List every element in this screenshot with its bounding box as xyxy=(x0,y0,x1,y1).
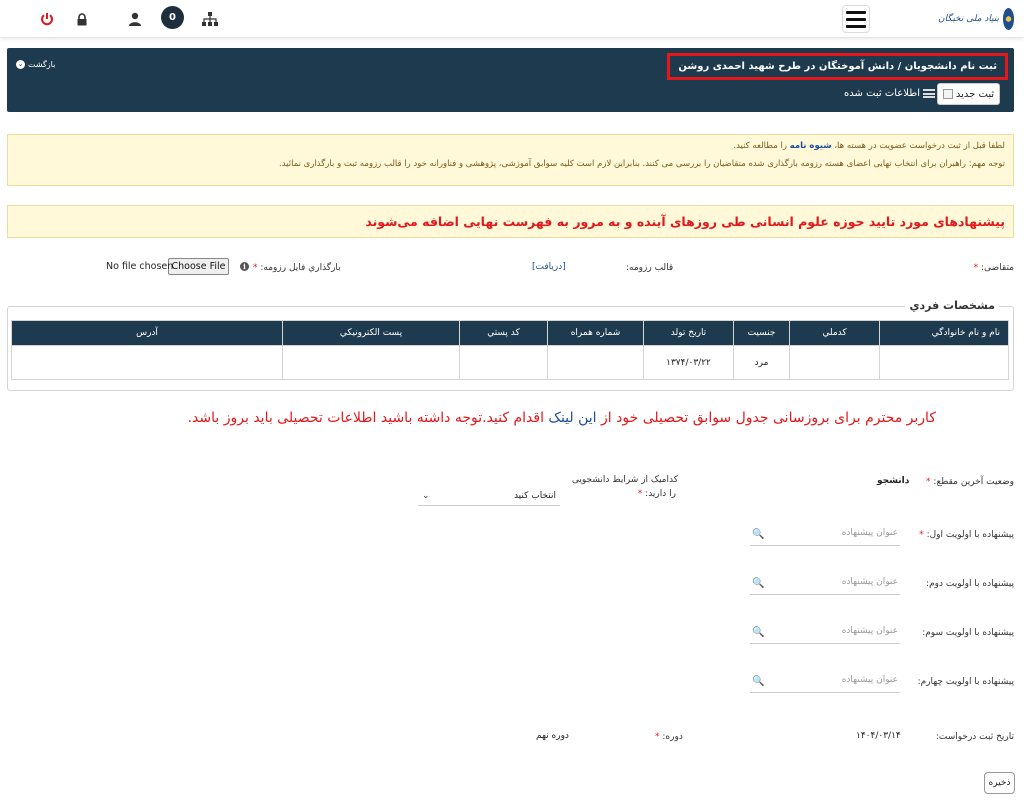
registered-info-link[interactable]: اطلاعات ثبت شده xyxy=(844,88,935,99)
student-condition-label-2: را دارید: * xyxy=(637,489,676,499)
resume-upload-label: بارگذاري فايل رزومه: * xyxy=(253,263,341,273)
proposal-3-field: 🔍 xyxy=(750,624,900,644)
file-status: No file chosen xyxy=(106,261,174,272)
request-date-value: ۱۴۰۴/۰۳/۱۴ xyxy=(856,731,901,741)
back-label: بازگشت xyxy=(28,60,56,69)
announcement-text: پیشنهادهای مورد تایید حوزه علوم انسانی ط… xyxy=(365,214,1005,229)
table-cell xyxy=(459,345,548,380)
choose-file-button[interactable]: Choose File xyxy=(168,258,229,275)
save-button[interactable]: ذخیره xyxy=(984,772,1015,794)
logo-text: بنیاد ملی نخبگان xyxy=(938,14,1000,24)
logo[interactable]: بنیاد ملی نخبگان xyxy=(938,6,1014,32)
table-cell xyxy=(547,345,644,380)
table-cell xyxy=(789,345,880,380)
back-button[interactable]: بازگشت ⌄ xyxy=(16,60,55,69)
lock-icon[interactable] xyxy=(72,9,92,29)
column-header: آدرس xyxy=(11,320,283,346)
request-date-label: تاریخ ثبت درخواست: xyxy=(935,732,1014,742)
table-cell xyxy=(11,345,283,380)
notice-line-2: توجه مهم: راهبران برای انتخاب نهایی اعضا… xyxy=(279,158,1005,169)
column-header: جنسيت xyxy=(733,320,790,346)
proposal-2-field: 🔍 xyxy=(750,575,900,595)
list-icon xyxy=(922,89,935,98)
personal-info-table: نام و نام خانوادگي کدملي جنسيت تاريخ تول… xyxy=(11,320,1009,380)
top-bar: 0 بنیاد ملی نخبگان xyxy=(0,0,1024,38)
column-header: شماره همراه xyxy=(547,320,644,346)
resume-download-link[interactable]: [دریافت] xyxy=(532,262,566,272)
search-icon[interactable]: 🔍 xyxy=(752,578,764,589)
table-cell xyxy=(282,345,460,380)
page-title: ثبت نام دانشجویان / دانش آموختگان در طرح… xyxy=(667,53,1008,80)
document-icon xyxy=(942,89,953,99)
education-update-link[interactable]: این لینک xyxy=(548,410,596,426)
power-icon[interactable] xyxy=(37,9,57,29)
user-icon[interactable] xyxy=(125,9,145,29)
table-cell: ۱۳۷۴/۰۳/۲۲ xyxy=(643,345,734,380)
new-registration-label: ثبت جدید xyxy=(955,88,995,100)
column-header: تاريخ تولد xyxy=(643,320,734,346)
info-icon[interactable]: i xyxy=(240,262,249,271)
proposal-4-input[interactable] xyxy=(773,675,898,685)
column-header: نام و نام خانوادگي xyxy=(879,320,1009,346)
chevron-down-icon: ⌄ xyxy=(16,60,25,69)
period-value: دوره نهم xyxy=(536,731,569,741)
table-cell xyxy=(879,345,1009,380)
proposal-1-input[interactable] xyxy=(773,528,898,538)
select-value: انتخاب کنید xyxy=(513,490,556,501)
education-status-label: وضعیت آخرین مقطع: * xyxy=(926,477,1014,487)
table-cell: مرد xyxy=(733,345,790,380)
search-icon[interactable]: 🔍 xyxy=(752,529,764,540)
education-update-message: کاربر محترم برای بروزسانی جدول سوابق تحص… xyxy=(187,410,936,426)
student-condition-select[interactable]: انتخاب کنید ⌄ xyxy=(418,486,560,506)
column-header: کد پستي xyxy=(459,320,548,346)
table-row: مرد ۱۳۷۴/۰۳/۲۲ xyxy=(11,345,1009,380)
chevron-down-icon: ⌄ xyxy=(422,490,430,501)
notice-box: لطفا قبل از ثبت درخواست عضویت در هسته ها… xyxy=(7,134,1014,186)
new-registration-button[interactable]: ثبت جدید xyxy=(937,83,1000,105)
hamburger-icon xyxy=(846,10,866,14)
personal-info-section: مشخصات فردي نام و نام خانوادگي کدملي جنس… xyxy=(7,299,1014,391)
student-condition-label-1: کدامیک از شرایط دانشجویی xyxy=(571,475,678,485)
proposal-2-input[interactable] xyxy=(773,577,898,587)
proposal-1-field: 🔍 xyxy=(750,526,900,546)
search-icon[interactable]: 🔍 xyxy=(752,676,764,687)
column-header: پست الکترونيکي xyxy=(282,320,460,346)
search-icon[interactable]: 🔍 xyxy=(752,627,764,638)
applicant-label: متقاضی: * xyxy=(973,263,1014,273)
registered-info-label: اطلاعات ثبت شده xyxy=(844,88,920,99)
sitemap-icon[interactable] xyxy=(200,9,220,29)
notification-badge[interactable]: 0 xyxy=(161,6,184,29)
personal-info-legend: مشخصات فردي xyxy=(905,299,999,312)
logo-seal-icon xyxy=(1003,8,1014,30)
page-header: ثبت نام دانشجویان / دانش آموختگان در طرح… xyxy=(7,48,1014,112)
proposal-3-label: پیشنهاده با اولویت سوم: xyxy=(922,628,1014,638)
notice-line-1: لطفا قبل از ثبت درخواست عضویت در هسته ها… xyxy=(733,141,1005,151)
resume-template-label: قالب رزومه: xyxy=(626,263,674,273)
announcement-box: پیشنهادهای مورد تایید حوزه علوم انسانی ط… xyxy=(7,205,1014,238)
proposal-2-label: پیشنهاده با اولویت دوم: xyxy=(926,579,1014,589)
education-status-value: دانشجو xyxy=(877,476,910,486)
guideline-link[interactable]: شیوه نامه xyxy=(790,141,832,151)
column-header: کدملي xyxy=(789,320,880,346)
proposal-1-label: پیشنهاده با اولویت اول: * xyxy=(919,530,1014,540)
proposal-3-input[interactable] xyxy=(773,626,898,636)
table-header-row: نام و نام خانوادگي کدملي جنسيت تاريخ تول… xyxy=(11,320,1009,346)
proposal-4-field: 🔍 xyxy=(750,673,900,693)
menu-toggle-button[interactable] xyxy=(842,5,870,33)
proposal-4-label: پیشنهاده با اولویت چهارم: xyxy=(917,677,1014,687)
period-label: دوره: * xyxy=(655,732,683,742)
